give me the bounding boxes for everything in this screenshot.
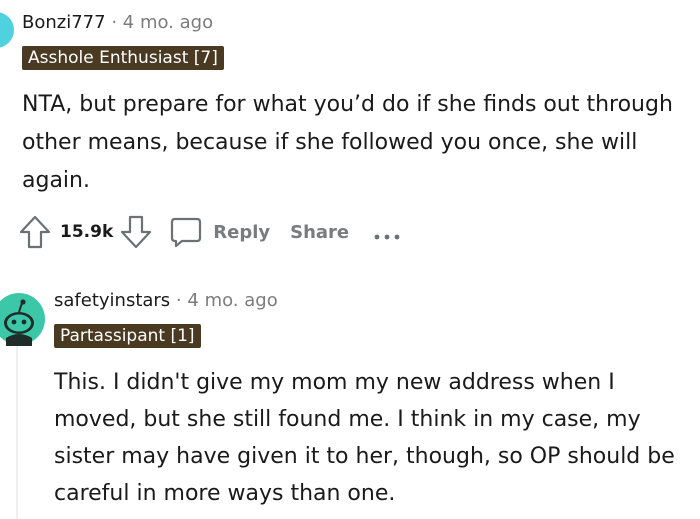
comment-meta: safetyinstars · 4 mo. ago: [54, 289, 278, 313]
arrow-down-icon[interactable]: [119, 214, 153, 250]
share-button[interactable]: Share: [290, 222, 349, 243]
comment-timestamp[interactable]: 4 mo. ago: [187, 290, 277, 311]
vote-score: 15.9k: [60, 222, 114, 242]
meta-separator: ·: [111, 12, 118, 33]
comment-body: This. I didn't give my mom my new addres…: [54, 370, 675, 506]
avatar[interactable]: [0, 12, 14, 48]
meta-separator: ·: [175, 290, 182, 311]
comment-body: NTA, but prepare for what you’d do if sh…: [22, 92, 673, 193]
comment-meta: Bonzi777 · 4 mo. ago: [22, 11, 213, 35]
comment-author[interactable]: Bonzi777: [22, 12, 106, 33]
thread-line[interactable]: [16, 344, 18, 519]
user-flair: Partassipant [1]: [54, 324, 201, 348]
user-flair: Asshole Enthusiast [7]: [22, 46, 224, 70]
comment-author[interactable]: safetyinstars: [54, 290, 170, 311]
comment-timestamp[interactable]: 4 mo. ago: [123, 12, 213, 33]
avatar[interactable]: [0, 292, 46, 346]
speech-bubble-icon[interactable]: [169, 215, 203, 249]
reply-button[interactable]: Reply: [213, 222, 270, 243]
comment-action-bar: 15.9k Reply Share: [18, 212, 403, 252]
arrow-up-icon[interactable]: [18, 214, 52, 250]
ellipsis-icon[interactable]: [373, 227, 403, 240]
